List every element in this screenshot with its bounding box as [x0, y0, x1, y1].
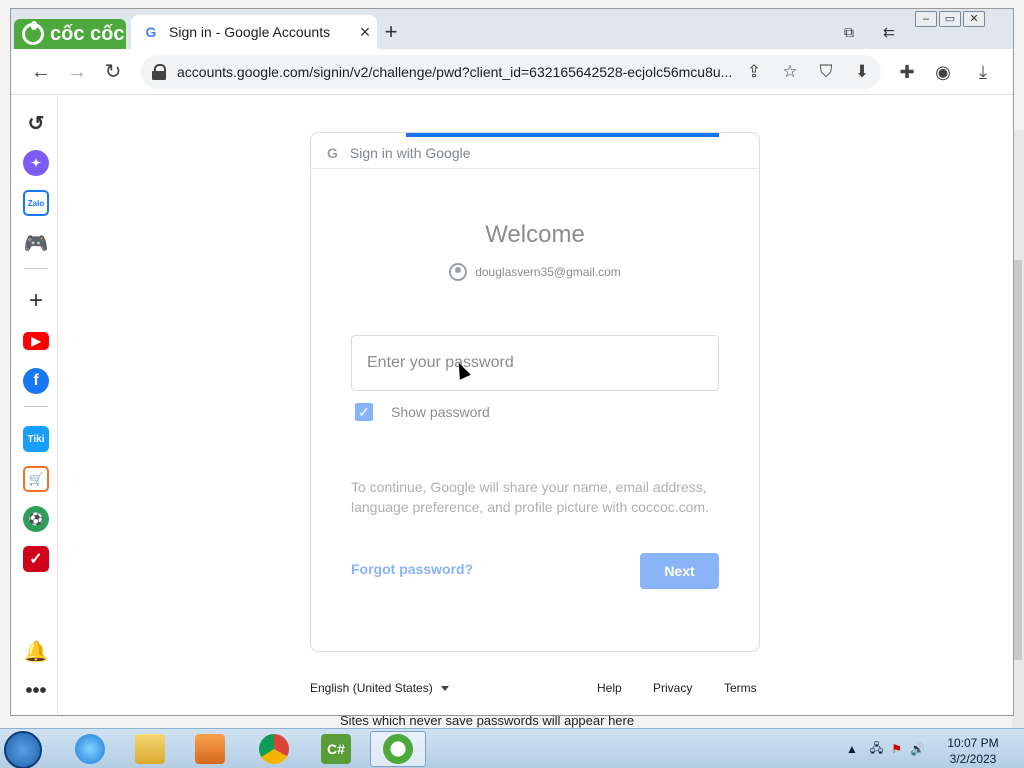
brand-label: cốc cốc: [50, 22, 125, 45]
internet-explorer-icon: [75, 734, 105, 764]
profile-icon[interactable]: ◉: [929, 59, 957, 85]
address-bar[interactable]: accounts.google.com/signin/v2/challenge/…: [141, 55, 881, 89]
downloads-icon[interactable]: ⤓: [969, 59, 997, 85]
volume-icon[interactable]: 🔊: [910, 742, 925, 756]
youtube-icon[interactable]: ▶: [23, 332, 49, 350]
messenger-icon[interactable]: ✦: [23, 150, 49, 176]
page-content: G Sign in with Google Welcome douglasver…: [58, 96, 1013, 715]
minimize-button[interactable]: –: [915, 11, 937, 27]
show-hidden-icons-icon[interactable]: ▲: [846, 742, 858, 756]
network-icon[interactable]: 🖧: [870, 739, 883, 760]
tab-sign-in[interactable]: G Sign in - Google Accounts ×: [131, 15, 377, 49]
download-arrow-icon[interactable]: ⬇: [849, 61, 875, 83]
sidebar: ↺ ✦ Zalo 🎮 + ▶ f Tiki 🛒 ⚽ ✓ 🔔 •••: [11, 96, 58, 715]
taskbar-media-player[interactable]: [182, 731, 238, 767]
taskbar-chrome[interactable]: [246, 731, 302, 767]
csharp-icon: C#: [321, 734, 351, 764]
share-icon[interactable]: ⇪: [741, 61, 767, 83]
system-clock[interactable]: 10:07 PM 3/2/2023: [936, 735, 1010, 767]
new-tab-button[interactable]: +: [379, 21, 403, 45]
more-options-icon[interactable]: •••: [23, 678, 49, 704]
show-password-label[interactable]: Show password: [391, 404, 490, 420]
todo-check-icon[interactable]: ✓: [23, 546, 49, 572]
url-text[interactable]: accounts.google.com/signin/v2/challenge/…: [177, 64, 737, 80]
notifications-bell-icon[interactable]: 🔔: [23, 638, 49, 664]
sign-in-card: G Sign in with Google Welcome douglasver…: [310, 132, 760, 652]
clock-time: 10:07 PM: [947, 736, 999, 750]
password-input[interactable]: [351, 335, 719, 391]
close-window-button[interactable]: ✕: [963, 11, 985, 27]
page-footer: English (United States) Help Privacy Ter…: [310, 681, 760, 701]
taskbar-coccoc[interactable]: [370, 731, 426, 767]
account-chip[interactable]: douglasvern35@gmail.com: [311, 263, 759, 281]
navigation-bar: ← → ↻ accounts.google.com/signin/v2/chal…: [11, 49, 1013, 95]
coccoc-brand-button[interactable]: cốc cốc: [14, 19, 126, 49]
folder-icon: [135, 734, 165, 764]
account-email: douglasvern35@gmail.com: [475, 265, 621, 279]
bookmark-star-icon[interactable]: ☆: [777, 61, 803, 83]
taskbar-csharp-editor[interactable]: C#: [308, 731, 364, 767]
browser-window: cốc cốc G Sign in - Google Accounts × + …: [10, 8, 1014, 716]
next-button[interactable]: Next: [640, 553, 719, 589]
taskbar-internet-explorer[interactable]: [62, 731, 118, 767]
cast-icon[interactable]: ⧉: [837, 21, 861, 43]
tab-search-icon[interactable]: ⇇: [877, 21, 901, 43]
coccoc-logo-icon: [22, 21, 44, 45]
chrome-icon: [259, 734, 289, 764]
forgot-password-link[interactable]: Forgot password?: [351, 561, 473, 577]
tab-close-button[interactable]: ×: [353, 22, 377, 43]
google-favicon-icon: G: [145, 24, 157, 40]
football-icon[interactable]: ⚽: [23, 506, 49, 532]
taskbar-file-explorer[interactable]: [122, 731, 178, 767]
background-scrollbar-thumb[interactable]: [1014, 260, 1022, 660]
clock-date: 3/2/2023: [949, 752, 997, 766]
maximize-button[interactable]: ▭: [939, 11, 961, 27]
help-link[interactable]: Help: [597, 681, 622, 695]
history-icon[interactable]: ↺: [23, 110, 49, 136]
privacy-link[interactable]: Privacy: [653, 681, 692, 695]
language-label[interactable]: English (United States): [310, 681, 433, 695]
lock-icon[interactable]: [151, 64, 167, 80]
forward-button[interactable]: →: [63, 59, 91, 85]
account-circle-icon: [449, 263, 468, 281]
card-header: G Sign in with Google: [311, 137, 759, 169]
terms-link[interactable]: Terms: [724, 681, 757, 695]
coccoc-icon: [383, 734, 413, 764]
windows-taskbar: C# ▲ 🖧 ⚑ 🔊 10:07 PM 3/2/2023: [0, 728, 1024, 768]
start-button[interactable]: [4, 731, 42, 768]
title-bar: cốc cốc G Sign in - Google Accounts × + …: [11, 9, 1013, 49]
sidebar-divider: [24, 406, 48, 407]
shopping-cart-icon[interactable]: 🛒: [23, 466, 49, 492]
extensions-icon[interactable]: ✚: [893, 59, 921, 85]
show-password-row[interactable]: ✓ Show password: [355, 403, 490, 421]
consent-text: To continue, Google will share your name…: [351, 479, 709, 515]
flag-warning-icon[interactable]: ⚑: [891, 742, 902, 756]
add-icon[interactable]: +: [23, 287, 49, 314]
tab-title: Sign in - Google Accounts: [169, 24, 331, 40]
sidebar-divider: [24, 268, 48, 269]
zalo-icon[interactable]: Zalo: [23, 190, 49, 216]
show-password-checkbox[interactable]: ✓: [355, 403, 373, 421]
reload-button[interactable]: ↻: [99, 59, 127, 85]
google-logo-icon: G: [327, 144, 338, 161]
back-button[interactable]: ←: [27, 59, 55, 85]
media-player-icon: [195, 734, 225, 764]
game-controller-icon[interactable]: 🎮: [23, 230, 49, 256]
tiki-icon[interactable]: Tiki: [23, 426, 49, 452]
welcome-heading: Welcome: [485, 221, 585, 248]
facebook-icon[interactable]: f: [23, 368, 49, 394]
shield-icon[interactable]: ⛉: [813, 61, 839, 83]
language-selector[interactable]: English (United States): [310, 681, 449, 695]
window-controls: – ▭ ✕: [915, 11, 1011, 29]
chevron-down-icon[interactable]: [440, 686, 449, 692]
card-header-title: Sign in with Google: [349, 144, 471, 161]
